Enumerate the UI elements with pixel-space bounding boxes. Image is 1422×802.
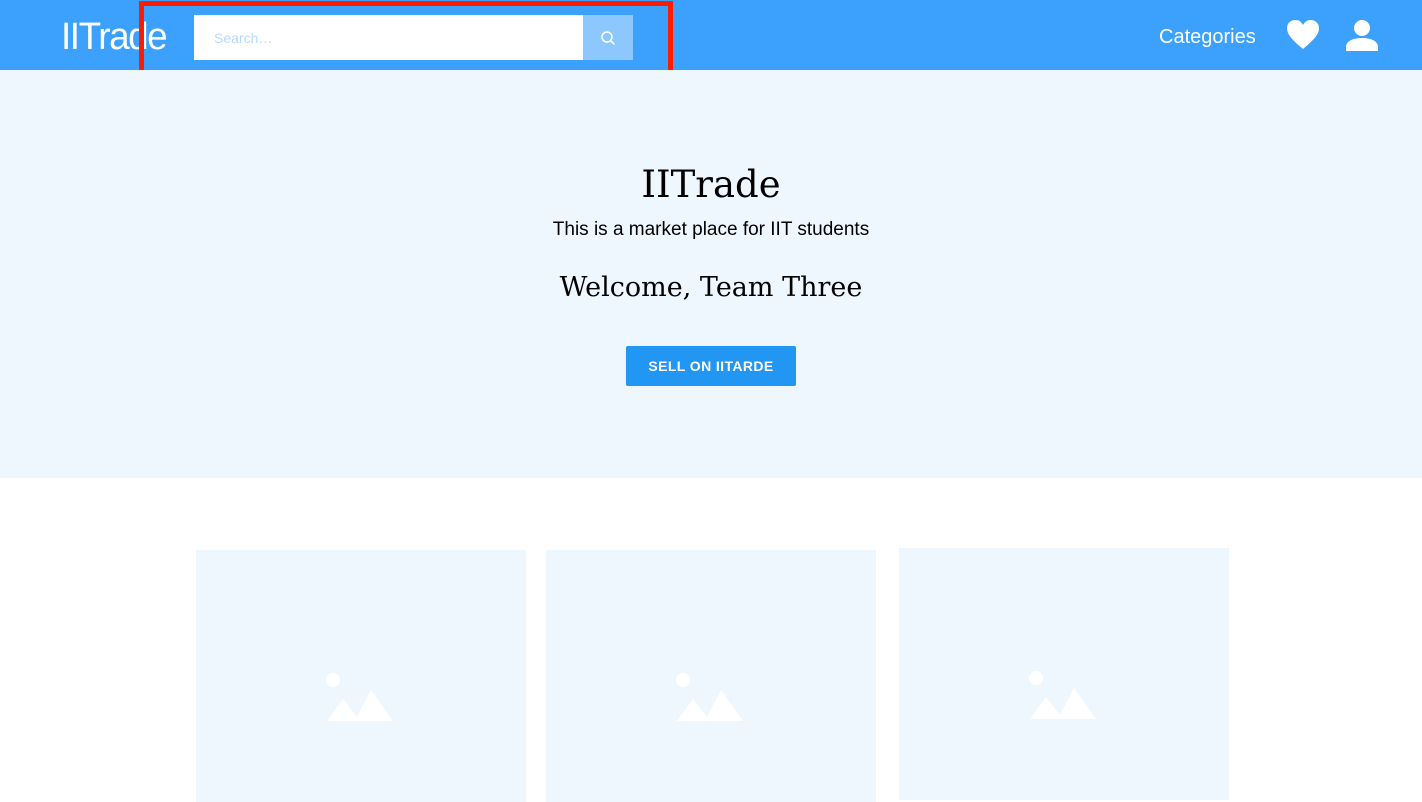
hero-subtitle: This is a market place for IIT students <box>552 219 870 240</box>
welcome-message: Welcome, Team Three <box>559 272 863 303</box>
navbar: IITrade Categories <box>0 0 1422 70</box>
search-button[interactable] <box>583 15 633 60</box>
product-card[interactable] <box>546 550 876 802</box>
hero-title: IITrade <box>641 163 781 206</box>
image-placeholder-icon <box>1029 671 1096 719</box>
user-icon[interactable] <box>1345 20 1379 51</box>
product-card[interactable] <box>196 550 526 802</box>
hero-section: IITrade This is a market place for IIT s… <box>0 70 1422 478</box>
categories-link[interactable]: Categories <box>1159 25 1256 49</box>
search-icon <box>601 30 615 45</box>
sell-button[interactable]: SELL ON IITARDE <box>626 346 796 386</box>
brand-logo[interactable]: IITrade <box>61 15 168 59</box>
image-placeholder-icon <box>676 673 743 721</box>
search-input[interactable] <box>194 15 583 60</box>
heart-icon[interactable] <box>1286 19 1320 51</box>
product-card[interactable] <box>899 548 1229 800</box>
image-placeholder-icon <box>326 673 393 721</box>
